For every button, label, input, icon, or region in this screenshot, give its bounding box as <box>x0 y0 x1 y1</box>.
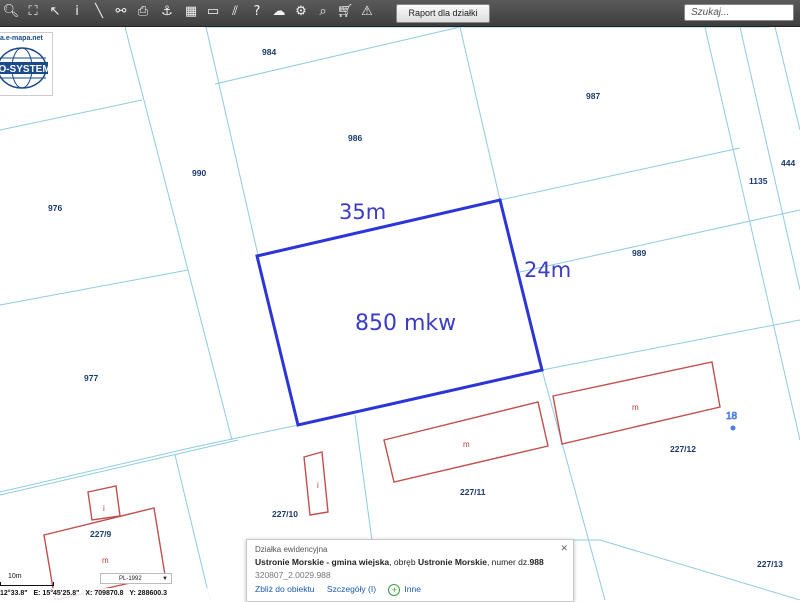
number-label: , numer dz. <box>486 557 530 567</box>
building <box>303 451 329 516</box>
parcel-label: 976 <box>48 203 62 213</box>
help-icon[interactable]: ? <box>248 3 266 21</box>
scale-bar: 10m <box>0 573 100 587</box>
crs-value: PL-1992 <box>119 576 142 582</box>
link-icon[interactable]: ⚯ <box>112 3 130 21</box>
survey-point-label: 18 <box>726 411 738 422</box>
toolbar: 🔍︎ ⛶ ↖ i ╲ ⚯ ⎙ ⚓ ▦ ▭ ⫽? ☁ ⚙ ⌕ 🛒︎ ⚠ Raport dla działki <box>0 0 800 27</box>
parcel-info-popup: Działka ewidencyjna ✕ Ustronie Morskie -… <box>246 539 574 602</box>
chevron-down-icon: ▼ <box>162 576 168 582</box>
lon-value: E: 15°45'25.8" <box>33 590 80 597</box>
parcel-label: 990 <box>192 168 206 178</box>
zoom-out-icon[interactable]: 🔍︎ <box>2 3 20 21</box>
search-map-icon[interactable]: ⌕ <box>314 3 332 21</box>
area-annotation: 850 mkw <box>355 311 456 336</box>
parcel-label: 227/13 <box>757 559 783 569</box>
search-input[interactable] <box>684 4 794 21</box>
pointer-icon[interactable]: ↖ <box>46 3 64 21</box>
parcel-label: 987 <box>586 91 600 101</box>
parcel-label: 227/11 <box>460 487 486 497</box>
popup-parcel-description: Ustronie Morskie - gmina wiejska, obręb … <box>255 557 544 567</box>
anchor-icon[interactable]: ⚓ <box>158 3 176 21</box>
plus-icon[interactable]: + <box>388 584 401 596</box>
obreb-name: Ustronie Morskie <box>417 557 487 567</box>
cloud-upload-icon[interactable]: ☁ <box>270 3 288 21</box>
building-label: m <box>463 440 470 449</box>
building-label: i <box>103 504 105 513</box>
x-value: X: 709870.8 <box>85 590 124 597</box>
report-button[interactable]: Raport dla działki <box>396 4 490 23</box>
crs-select[interactable]: PL-1992 ▼ <box>100 573 172 584</box>
building <box>87 485 121 521</box>
layout-icon[interactable]: ▦ <box>182 3 200 21</box>
parcel-number: 988 <box>529 557 544 567</box>
zoom-to-object-link[interactable]: Zbliż do obiektu <box>255 584 315 594</box>
width-annotation: 35m <box>339 200 386 224</box>
parcel-label: 444 <box>781 158 795 168</box>
details-link[interactable]: Szczegóły (I) <box>327 584 376 594</box>
globe-logo-icon: GEO-SYSTEM <box>0 47 50 89</box>
scale-label: 10m <box>8 573 22 580</box>
popup-links: Zbliż do obiektu Szczegóły (I) + Inne <box>255 584 431 596</box>
popup-header: Działka ewidencyjna <box>255 545 328 554</box>
cart-icon[interactable]: 🛒︎ <box>336 3 354 21</box>
parcel-label: 984 <box>262 47 276 57</box>
zoom-extent-icon[interactable]: ⛶ <box>24 3 42 21</box>
logo-brand-text: GEO-SYSTEM <box>0 64 50 75</box>
survey-point-marker[interactable] <box>730 425 736 431</box>
municipality-name: Ustronie Morskie - gmina wiejska <box>255 557 390 567</box>
parcel-label: 227/12 <box>670 444 696 454</box>
obreb-label: , obręb <box>389 557 418 567</box>
logo-url-text: a.e-mapa.net <box>0 35 43 42</box>
layers-icon[interactable]: ▭ <box>204 3 222 21</box>
parcel-label: 227/10 <box>272 509 298 519</box>
parcel-label: 989 <box>632 248 646 258</box>
other-link[interactable]: Inne <box>404 584 421 594</box>
close-icon[interactable]: ✕ <box>560 543 568 554</box>
hatch-icon[interactable]: ⫽ <box>226 3 244 21</box>
measure-line-icon[interactable]: ╲ <box>90 3 108 21</box>
parcel-label: 227/9 <box>90 529 112 539</box>
geo-system-logo[interactable]: a.e-mapa.net GEO-SYSTEM <box>0 32 53 96</box>
parcel-label: 977 <box>84 373 98 383</box>
info-icon[interactable]: i <box>68 3 86 21</box>
height-annotation: 24m <box>524 258 571 282</box>
y-value: Y: 288600.3 <box>129 590 167 597</box>
map-canvas[interactable]: 18 984 987 986 990 444 1135 976 989 977 … <box>0 27 800 600</box>
parcel-label: 1135 <box>749 176 768 186</box>
parcel-identifier: 320807_2.0029.988 <box>255 570 331 580</box>
coordinate-readout: 12°33.8" E: 15°45'25.8" X: 709870.8 Y: 2… <box>0 588 245 600</box>
lat-value: 12°33.8" <box>0 590 28 597</box>
building-label: m <box>102 556 109 565</box>
parcel-label: 986 <box>348 133 362 143</box>
scale-line <box>0 582 54 586</box>
building-label: m <box>632 403 639 412</box>
warning-icon[interactable]: ⚠ <box>358 3 376 21</box>
settings-icon[interactable]: ⚙ <box>292 3 310 21</box>
print-icon[interactable]: ⎙ <box>134 3 152 21</box>
building-label: i <box>317 481 319 490</box>
